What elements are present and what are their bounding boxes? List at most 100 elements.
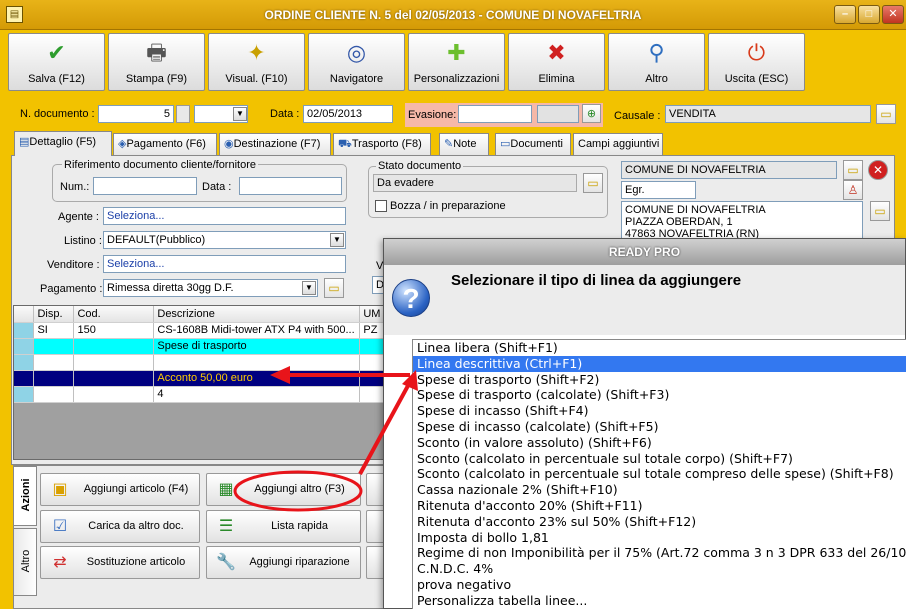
table-cell[interactable] [153, 354, 361, 371]
agent-field[interactable]: Seleziona... [103, 207, 346, 225]
list-item[interactable]: Cassa nazionale 2% (Shift+F10) [413, 482, 906, 498]
action-button-1[interactable]: ▦ Aggiungi altro (F3) [206, 473, 361, 506]
tab-3[interactable]: ⛟Trasporto (F8) [333, 133, 431, 155]
doc-number-field[interactable]: 5 [98, 105, 174, 123]
tab-0[interactable]: ▤Dettaglio (F5) [14, 131, 112, 156]
list-item[interactable]: Spese di incasso (Shift+F4) [413, 403, 906, 419]
tab-1[interactable]: ◈Pagamento (F6) [113, 133, 217, 155]
chevron-down-icon[interactable]: ▼ [330, 233, 344, 247]
toolbar-button-0[interactable]: ✔ Salva (F12) [8, 33, 105, 91]
folder-icon[interactable]: ▭ [843, 160, 863, 180]
row-selector[interactable] [14, 370, 35, 387]
toolbar-button-7[interactable]: ⏻ Uscita (ESC) [708, 33, 805, 91]
column-header[interactable]: Descrizione [153, 306, 361, 323]
customer-name-field[interactable]: COMUNE DI NOVAFELTRIA [621, 161, 837, 179]
close-button[interactable]: ✕ [882, 5, 904, 24]
list-item[interactable]: Ritenuta d'acconto 23% sul 50% (Shift+F1… [413, 514, 906, 530]
toolbar-button-label: Stampa (F9) [125, 73, 188, 85]
list-item[interactable]: Linea descrittiva (Ctrl+F1) [413, 355, 906, 372]
delete-x-icon[interactable]: ✕ [868, 160, 888, 180]
ref-num-field[interactable] [93, 177, 197, 195]
maximize-button[interactable]: □ [858, 5, 880, 24]
list-item[interactable]: Regime di non Imponibilità per il 75% (A… [413, 545, 906, 561]
chevron-down-icon[interactable]: ▼ [302, 281, 316, 295]
causale-field[interactable]: VENDITA [665, 105, 871, 123]
action-button-5[interactable]: 🔧 Aggiungi riparazione [206, 546, 361, 579]
add-other-grid-icon: ▦ [218, 481, 234, 498]
row-selector[interactable] [14, 354, 35, 371]
column-header[interactable]: Cod. [73, 306, 155, 323]
date-field[interactable]: 02/05/2013 [303, 105, 393, 123]
tab-altro[interactable]: Altro [13, 528, 37, 596]
toolbar-button-3[interactable]: ◎ Navigatore [308, 33, 405, 91]
row-selector[interactable] [14, 338, 35, 355]
chevron-down-icon[interactable]: ▼ [233, 107, 247, 121]
causale-label: Causale : [614, 110, 661, 122]
list-item[interactable]: Sconto (calcolato in percentuale sul tot… [413, 466, 906, 482]
list-item[interactable]: C.N.D.C. 4% [413, 561, 906, 577]
doc-number-spin[interactable] [176, 105, 190, 123]
list-item[interactable]: Spese di trasporto (calcolate) (Shift+F3… [413, 387, 906, 403]
listino-select[interactable]: DEFAULT(Pubblico) [103, 231, 346, 249]
folder-icon[interactable]: ▭ [870, 201, 890, 221]
tab-azioni[interactable]: Azioni [13, 466, 37, 526]
tab-5[interactable]: ▭Documenti [495, 133, 571, 155]
table-cell[interactable] [33, 354, 75, 371]
address-box[interactable]: COMUNE DI NOVAFELTRIA PIAZZA OBERDAN, 1 … [621, 201, 863, 241]
table-cell[interactable] [73, 338, 155, 355]
toolbar-button-5[interactable]: ✖ Elimina [508, 33, 605, 91]
wrench-icon: 🔧 [216, 554, 236, 571]
table-cell[interactable] [73, 354, 155, 371]
toolbar-button-label: Altro [645, 73, 668, 85]
row-selector[interactable] [14, 386, 35, 403]
list-item[interactable]: prova negativo [413, 577, 906, 593]
table-cell[interactable]: Spese di trasporto [153, 338, 361, 355]
table-cell[interactable]: 150 [73, 322, 155, 339]
zoom-in-icon[interactable]: ⊕ [582, 104, 601, 123]
list-item[interactable]: Spese di trasporto (Shift+F2) [413, 372, 906, 388]
list-item[interactable]: Linea libera (Shift+F1) [413, 340, 906, 356]
table-cell[interactable] [73, 370, 155, 387]
salutation-field[interactable]: Egr. [621, 181, 696, 199]
table-cell[interactable] [33, 338, 75, 355]
quick-list-icon: ☰ [218, 518, 234, 535]
list-item[interactable]: Imposta di bollo 1,81 [413, 530, 906, 546]
payment-select[interactable]: Rimessa diretta 30gg D.F. [103, 279, 318, 297]
toolbar-button-6[interactable]: ⚲ Altro [608, 33, 705, 91]
draft-checkbox[interactable] [375, 200, 387, 212]
table-cell[interactable] [33, 386, 75, 403]
action-button-3[interactable]: ☰ Lista rapida [206, 510, 361, 543]
toolbar-button-label: Salva (F12) [28, 73, 85, 85]
column-header[interactable]: Disp. [33, 306, 75, 323]
table-cell[interactable]: CS-1608B Midi-tower ATX P4 with 500... [153, 322, 361, 339]
row-selector[interactable] [14, 322, 35, 339]
list-item[interactable]: Ritenuta d'acconto 20% (Shift+F11) [413, 498, 906, 514]
table-cell[interactable]: Acconto 50,00 euro [153, 370, 361, 387]
table-cell[interactable] [73, 386, 155, 403]
folder-icon[interactable]: ▭ [583, 173, 603, 193]
action-button-4[interactable]: ⇄ Sostituzione articolo [40, 546, 200, 579]
table-cell[interactable]: SI [33, 322, 75, 339]
folder-icon[interactable]: ▭ [876, 104, 896, 124]
toolbar-button-4[interactable]: ✚ Personalizzazioni [408, 33, 505, 91]
evasion-field[interactable] [458, 105, 532, 123]
list-item[interactable]: Sconto (in valore assoluto) (Shift+F6) [413, 435, 906, 451]
list-item[interactable]: Personalizza tabella linee... [413, 593, 906, 609]
person-search-icon[interactable]: ♙ [843, 180, 863, 200]
table-cell[interactable]: 4 [153, 386, 361, 403]
minimize-button[interactable]: – [834, 5, 856, 24]
action-button-0[interactable]: ▣ Aggiungi articolo (F4) [40, 473, 200, 506]
line-type-list[interactable]: Linea libera (Shift+F1) Linea descrittiva… [412, 339, 906, 609]
tab-2[interactable]: ◉Destinazione (F7) [219, 133, 331, 155]
action-button-2[interactable]: ☑ Carica da altro doc. [40, 510, 200, 543]
tab-4[interactable]: ✎Note [439, 133, 489, 155]
folder-icon[interactable]: ▭ [324, 278, 344, 298]
tab-6[interactable]: Campi aggiuntivi [573, 133, 663, 155]
table-cell[interactable] [33, 370, 75, 387]
list-item[interactable]: Sconto (calcolato in percentuale sul tot… [413, 451, 906, 467]
toolbar-button-2[interactable]: ✦ Visual. (F10) [208, 33, 305, 91]
ref-date-field[interactable] [239, 177, 342, 195]
toolbar-button-1[interactable]: 🖶 Stampa (F9) [108, 33, 205, 91]
seller-field[interactable]: Seleziona... [103, 255, 346, 273]
list-item[interactable]: Spese di incasso (calcolate) (Shift+F5) [413, 419, 906, 435]
